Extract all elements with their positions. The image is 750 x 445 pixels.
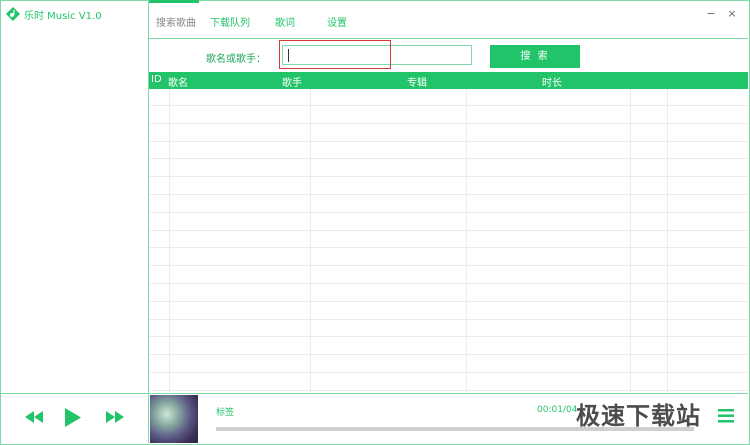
column-header-album[interactable]: 专辑 [407,74,427,89]
table-row[interactable] [149,178,748,195]
column-header-song[interactable]: 歌名 [168,74,188,89]
column-divider [667,89,668,392]
table-row[interactable] [149,374,748,391]
table-row[interactable] [149,196,748,213]
table-row[interactable] [149,249,748,267]
table-row[interactable] [149,338,748,356]
tab-search-songs[interactable]: 搜索歌曲 [156,14,196,29]
playlist-icon[interactable] [718,409,734,423]
app-title: 乐时 Music V1.0 [6,6,102,22]
time-readout: 00:01/04 [537,405,578,415]
table-row[interactable] [149,142,748,160]
watermark-text: 极速下载站 [576,402,701,430]
track-label: 标签 [216,408,235,418]
close-button[interactable]: × [726,8,738,20]
tab-lyrics[interactable]: 歌词 [275,14,295,29]
previous-icon[interactable] [25,411,43,423]
table-header: ID 歌名 歌手 专辑 时长 [149,72,748,89]
column-header-artist[interactable]: 歌手 [282,74,302,89]
table-row[interactable] [149,356,748,373]
column-divider [310,89,311,392]
next-icon[interactable] [106,411,124,423]
column-header-duration[interactable]: 时长 [542,74,562,89]
minimize-button[interactable]: − [705,8,717,20]
app-title-text: 乐时 Music V1.0 [24,10,102,22]
column-divider [466,89,467,392]
results-table[interactable] [149,89,748,392]
table-row[interactable] [149,107,748,124]
playback-controls [0,394,149,443]
table-row[interactable] [149,320,748,338]
play-icon[interactable] [65,408,81,427]
table-row[interactable] [149,214,748,231]
table-row[interactable] [149,89,748,106]
table-row[interactable] [149,231,748,249]
album-cover [150,395,198,443]
table-row[interactable] [149,160,748,178]
tab-divider [149,38,748,39]
table-row[interactable] [149,267,748,284]
column-header-id[interactable]: ID [151,74,162,85]
search-button[interactable]: 搜 索 [490,45,580,68]
table-row[interactable] [149,125,748,142]
column-divider [169,89,170,392]
column-divider [630,89,631,392]
sidebar: 乐时 Music V1.0 [0,0,149,393]
table-row[interactable] [149,285,748,302]
app-logo-icon [6,7,20,21]
tab-download-queue[interactable]: 下载队列 [210,14,250,29]
search-highlight-box [279,40,391,69]
table-row[interactable] [149,303,748,320]
search-label: 歌名或歌手： [206,54,266,65]
tab-settings[interactable]: 设置 [327,14,347,29]
